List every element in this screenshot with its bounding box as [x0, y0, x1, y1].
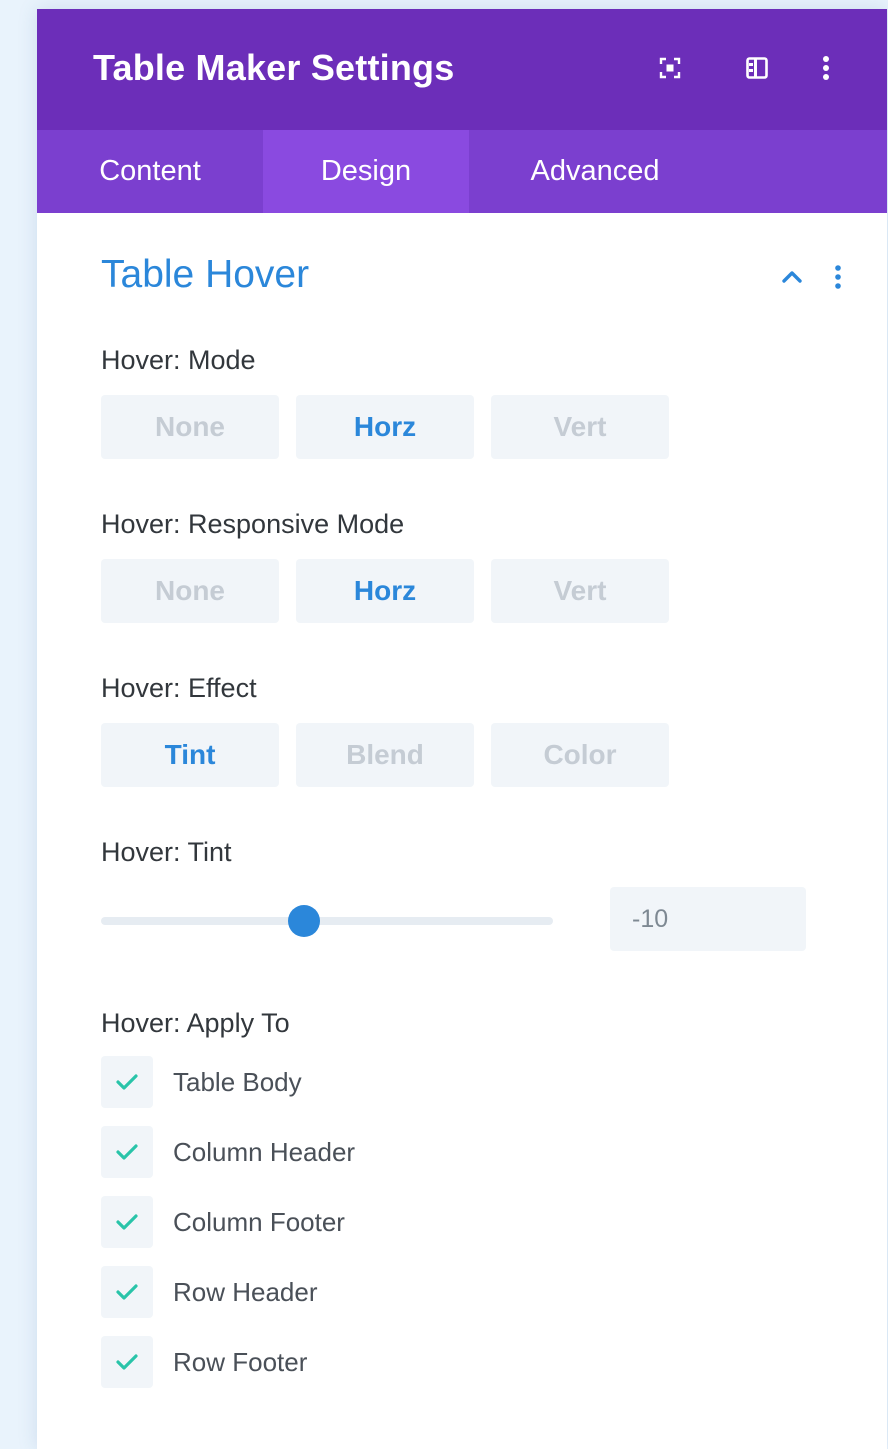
section-title[interactable]: Table Hover — [101, 253, 309, 297]
checkbox-label: Table Body — [173, 1066, 302, 1097]
hover-responsive-mode-label: Hover: Responsive Mode — [101, 509, 405, 539]
hover-mode-option-vert[interactable]: Vert — [491, 395, 669, 459]
checkbox[interactable] — [101, 1266, 153, 1318]
panel-header: Table Maker Settings — [37, 9, 887, 130]
more-vertical-icon[interactable] — [830, 262, 846, 292]
hover-effect-option-tint[interactable]: Tint — [101, 723, 279, 787]
tab-design[interactable]: Design — [263, 130, 469, 213]
check-icon — [116, 1214, 138, 1230]
checkbox-label: Column Header — [173, 1136, 356, 1167]
tab-bar: Content Design Advanced — [37, 130, 887, 213]
hover-mode-option-none[interactable]: None — [101, 395, 279, 459]
check-icon — [116, 1354, 138, 1370]
checkbox-row-footer[interactable]: Row Footer — [101, 1336, 307, 1388]
checkbox-label: Column Footer — [173, 1206, 345, 1237]
hover-mode-label: Hover: Mode — [101, 345, 256, 375]
layout-columns-icon[interactable] — [742, 53, 772, 83]
tab-content[interactable]: Content — [37, 130, 263, 213]
check-icon — [116, 1284, 138, 1300]
panel-title: Table Maker Settings — [93, 47, 455, 88]
checkbox-table-body[interactable]: Table Body — [101, 1056, 302, 1108]
check-icon — [116, 1074, 138, 1090]
hover-responsive-option-horz[interactable]: Horz — [296, 559, 474, 623]
hover-effect-option-color[interactable]: Color — [491, 723, 669, 787]
checkbox-column-header[interactable]: Column Header — [101, 1126, 355, 1178]
tab-advanced[interactable]: Advanced — [469, 130, 721, 213]
expand-icon[interactable] — [655, 53, 685, 83]
checkbox[interactable] — [101, 1126, 153, 1178]
hover-effect-label: Hover: Effect — [101, 673, 257, 703]
check-icon — [116, 1144, 138, 1160]
hover-responsive-option-none[interactable]: None — [101, 559, 279, 623]
checkbox-label: Row Header — [173, 1276, 318, 1307]
checkbox[interactable] — [101, 1056, 153, 1108]
settings-panel: Table Maker Settings Content Design Adva… — [37, 9, 887, 1449]
hover-tint-label: Hover: Tint — [101, 837, 232, 867]
checkbox[interactable] — [101, 1196, 153, 1248]
chevron-up-icon[interactable] — [777, 267, 807, 287]
hover-effect-option-blend[interactable]: Blend — [296, 723, 474, 787]
tint-slider-track[interactable] — [101, 917, 553, 925]
hover-mode-option-horz[interactable]: Horz — [296, 395, 474, 459]
tint-slider-thumb[interactable] — [288, 905, 321, 937]
checkbox-row-header[interactable]: Row Header — [101, 1266, 318, 1318]
hover-apply-to-label: Hover: Apply To — [101, 1008, 290, 1038]
checkbox-column-footer[interactable]: Column Footer — [101, 1196, 345, 1248]
more-vertical-icon[interactable] — [811, 53, 841, 83]
tint-value-input[interactable] — [610, 887, 806, 951]
checkbox[interactable] — [101, 1336, 153, 1388]
checkbox-label: Row Footer — [173, 1346, 308, 1377]
hover-responsive-option-vert[interactable]: Vert — [491, 559, 669, 623]
